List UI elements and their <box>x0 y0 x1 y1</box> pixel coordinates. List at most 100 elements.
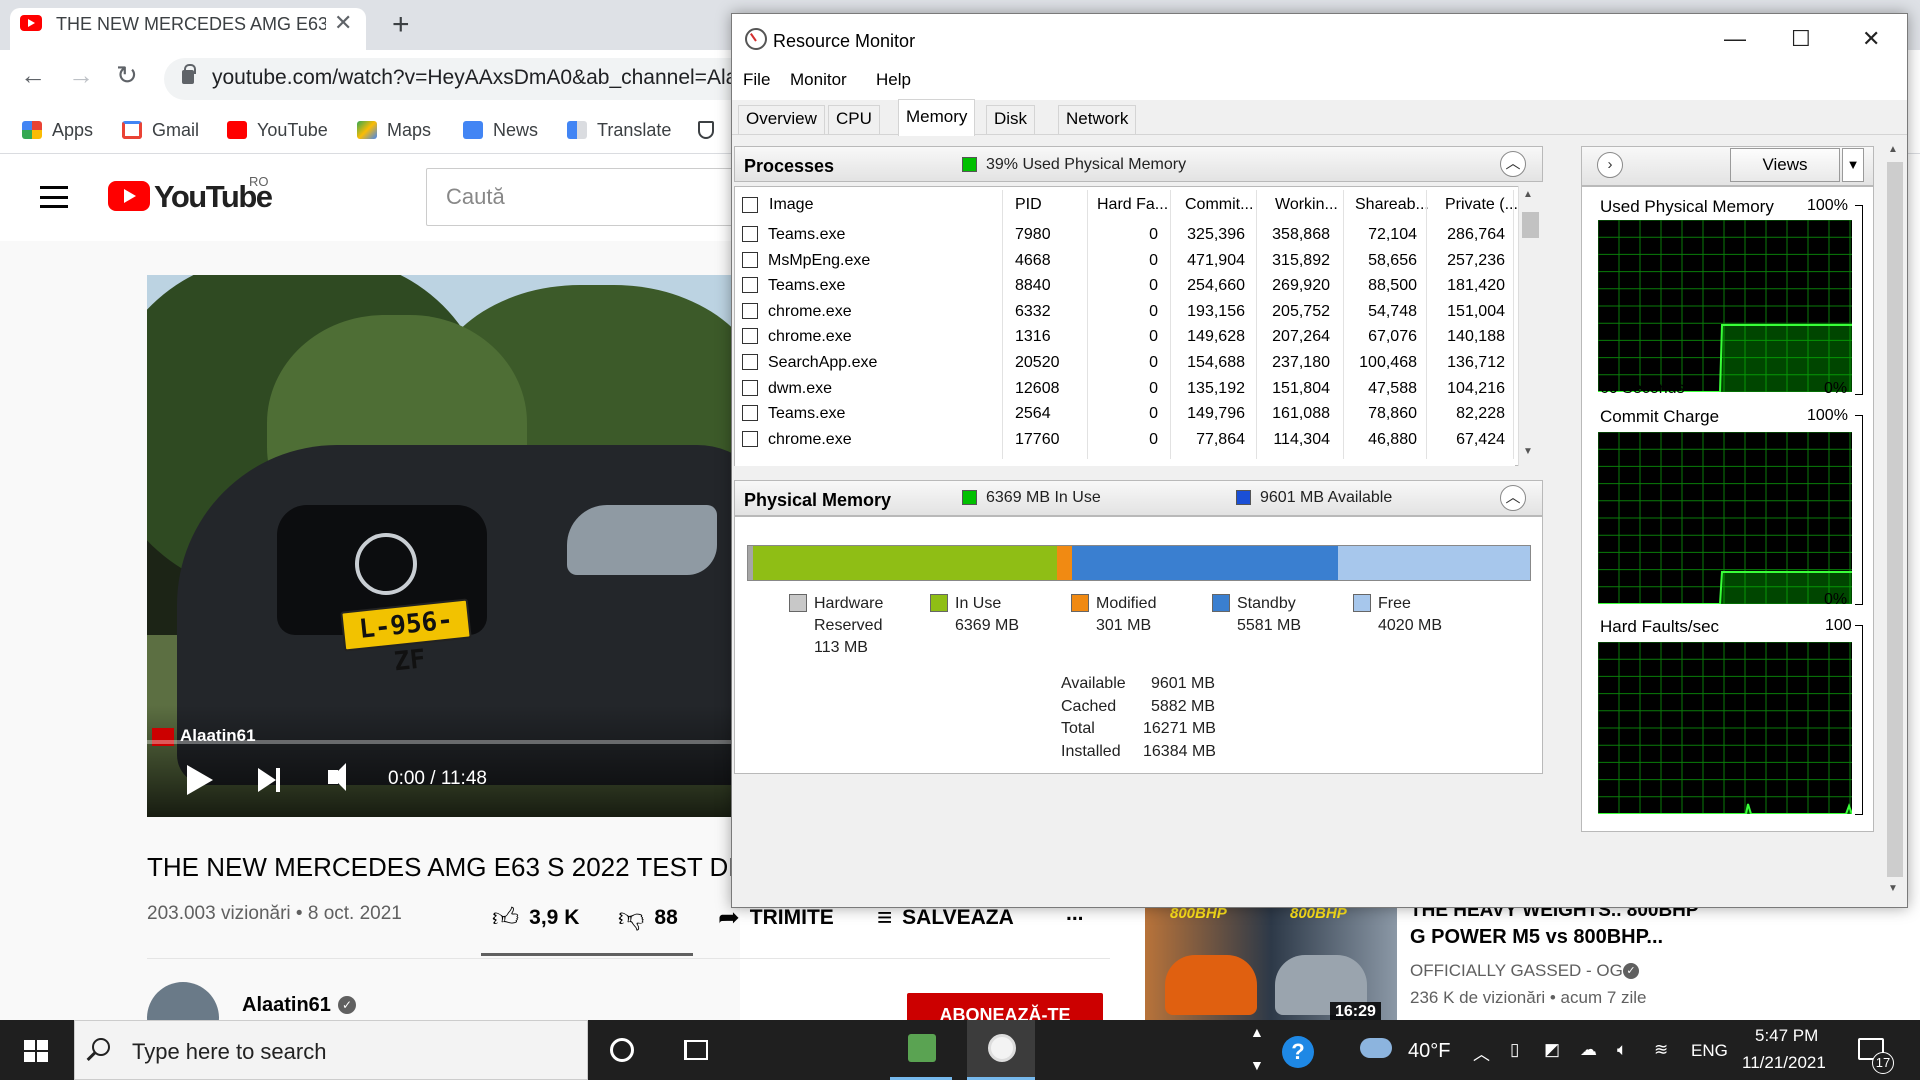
table-row[interactable]: dwm.exe 12608 0 135,192 151,804 47,588 104,216 <box>740 376 1510 402</box>
chevron-up-icon[interactable]: ▲ <box>1250 1024 1264 1040</box>
scroll-down-arrow-icon[interactable]: ▼ <box>1523 446 1533 457</box>
table-row[interactable]: Teams.exe 7980 0 325,396 358,868 72,104 286,76… <box>740 222 1510 248</box>
row-checkbox[interactable] <box>742 251 758 268</box>
table-row[interactable]: Teams.exe 8840 0 254,660 269,920 88,500 181,42… <box>740 273 1510 299</box>
column-header-commit[interactable]: Commit... <box>1185 196 1253 214</box>
weather-cloud-icon[interactable] <box>1360 1038 1392 1058</box>
bookmark-gmail[interactable]: Gmail <box>122 115 199 145</box>
url-text[interactable]: youtube.com/watch?v=HeyAAxsDmA0&ab_chann… <box>212 66 737 90</box>
next-video-icon[interactable] <box>258 768 280 792</box>
table-row[interactable]: Teams.exe 2564 0 149,796 161,088 78,860 82,228 <box>740 401 1510 427</box>
task-view-icon[interactable] <box>684 1040 708 1060</box>
row-checkbox[interactable] <box>742 302 758 319</box>
menu-hamburger-icon[interactable] <box>40 186 68 208</box>
recommended-channel-name[interactable]: OFFICIALLY GASSED - OG <box>1410 961 1623 981</box>
table-row[interactable]: SearchApp.exe 20520 0 154,688 237,180 100,468… <box>740 350 1510 376</box>
collapse-up-icon[interactable]: ︿ <box>1500 485 1526 511</box>
tab-overview[interactable]: Overview <box>738 105 825 134</box>
volume-icon[interactable] <box>328 763 346 791</box>
tab-network[interactable]: Network <box>1058 105 1137 134</box>
table-row[interactable]: chrome.exe 6332 0 193,156 205,752 54,748 151,0… <box>740 299 1510 325</box>
clock-date[interactable]: 11/21/2021 <box>1742 1053 1826 1073</box>
column-header-shareable[interactable]: Shareab... <box>1355 196 1429 214</box>
windows-start-icon[interactable] <box>24 1040 48 1062</box>
tab-cpu[interactable]: CPU <box>828 105 880 134</box>
chevron-down-icon[interactable]: ▼ <box>1250 1057 1264 1073</box>
row-checkbox[interactable] <box>742 405 758 422</box>
cell-working: 205,752 <box>1272 302 1330 320</box>
new-tab-button[interactable]: + <box>392 8 410 42</box>
column-header-image[interactable]: Image <box>769 196 813 214</box>
scrollbar-thumb[interactable] <box>1522 212 1539 238</box>
cortana-icon[interactable] <box>610 1038 634 1062</box>
legend-value: 5581 MB <box>1237 617 1302 634</box>
close-icon[interactable]: ✕ <box>1862 26 1880 52</box>
select-all-checkbox[interactable] <box>742 197 758 213</box>
row-checkbox[interactable] <box>742 328 758 345</box>
table-row[interactable]: chrome.exe 17760 0 77,864 114,304 46,880 67,42… <box>740 427 1510 453</box>
row-checkbox[interactable] <box>742 430 758 447</box>
notification-count: 17 <box>1872 1052 1894 1074</box>
menu-file[interactable]: File <box>743 70 770 90</box>
taskbar-app-image-editor[interactable] <box>890 1020 952 1080</box>
bookmark-youtube[interactable]: YouTube <box>227 115 328 145</box>
table-row[interactable]: chrome.exe 1316 0 149,628 207,264 67,076 140,1… <box>740 324 1510 350</box>
menu-monitor[interactable]: Monitor <box>790 70 847 90</box>
dropdown-arrow-icon[interactable]: ▼ <box>1842 148 1864 182</box>
expand-arrow-icon[interactable]: › <box>1597 152 1623 178</box>
scroll-up-arrow-icon[interactable]: ▲ <box>1523 189 1533 200</box>
reload-icon[interactable]: ↻ <box>116 60 138 91</box>
device-icon[interactable]: ▯ <box>1510 1040 1519 1060</box>
views-dropdown[interactable]: Views <box>1730 148 1840 182</box>
scroll-up-arrow-icon[interactable]: ▲ <box>1888 144 1898 155</box>
column-header-working-set[interactable]: Workin... <box>1275 196 1338 214</box>
column-header-pid[interactable]: PID <box>1015 196 1042 214</box>
defender-icon[interactable]: ◩ <box>1544 1040 1560 1060</box>
shield-extension-icon[interactable] <box>698 115 724 145</box>
bookmark-apps[interactable]: Apps <box>22 115 93 145</box>
cell-pid: 7980 <box>1015 226 1051 243</box>
scroll-down-arrow-icon[interactable]: ▼ <box>1888 883 1898 894</box>
translate-icon <box>567 121 587 139</box>
bookmark-translate[interactable]: Translate <box>567 115 671 145</box>
help-icon[interactable]: ? <box>1282 1036 1314 1068</box>
row-checkbox[interactable] <box>742 277 758 294</box>
wifi-icon[interactable]: ≋ <box>1654 1040 1668 1060</box>
play-icon[interactable] <box>187 765 213 795</box>
like-button[interactable]: 👍︎ 3,9 K <box>492 902 579 933</box>
maximize-icon[interactable]: ☐ <box>1791 26 1811 52</box>
row-checkbox[interactable] <box>742 354 758 370</box>
video-progress-bar[interactable] <box>147 740 747 744</box>
volume-icon[interactable]: 🔈︎ <box>1617 1040 1627 1060</box>
back-arrow-icon[interactable]: ← <box>20 60 46 91</box>
graph-hard-faults <box>1598 642 1852 814</box>
row-checkbox[interactable] <box>742 379 758 396</box>
bookmark-maps[interactable]: Maps <box>357 115 431 145</box>
table-row[interactable]: MsMpEng.exe 4668 0 471,904 315,892 58,656 257,… <box>740 248 1510 274</box>
tab-memory[interactable]: Memory <box>898 99 976 136</box>
forward-arrow-icon[interactable]: → <box>68 60 94 91</box>
menu-help[interactable]: Help <box>876 70 911 90</box>
show-hidden-icons-chevron-icon[interactable]: ︿ <box>1473 1040 1490 1065</box>
cell-share: 58,656 <box>1368 251 1417 269</box>
taskbar-app-resource-monitor[interactable] <box>967 1020 1035 1080</box>
onedrive-cloud-icon[interactable]: ☁ <box>1580 1040 1597 1060</box>
channel-name[interactable]: Alaatin61 <box>242 994 331 1017</box>
thumbs-up-icon: 👍︎ <box>492 902 520 932</box>
youtube-logo-icon[interactable] <box>108 181 150 211</box>
tab-close-icon[interactable]: ✕ <box>334 10 352 36</box>
dislike-button[interactable]: 👎︎ 88 <box>618 902 678 933</box>
scrollbar-thumb[interactable] <box>1887 162 1903 877</box>
clock-time[interactable]: 5:47 PM <box>1755 1026 1818 1046</box>
minimize-icon[interactable]: — <box>1724 26 1746 52</box>
row-checkbox[interactable] <box>742 226 758 242</box>
input-language[interactable]: ENG <box>1691 1041 1728 1061</box>
recommended-video-title[interactable]: G POWER M5 vs 800BHP... <box>1410 926 1663 949</box>
tab-disk[interactable]: Disk <box>986 105 1036 134</box>
column-header-private[interactable]: Private (... <box>1445 196 1518 214</box>
column-header-hard-faults[interactable]: Hard Fa... <box>1097 196 1168 214</box>
bookmark-news[interactable]: News <box>463 115 538 145</box>
weather-temperature[interactable]: 40°F <box>1408 1040 1450 1063</box>
lock-icon[interactable] <box>182 64 196 84</box>
collapse-up-icon[interactable]: ︿ <box>1500 151 1526 177</box>
